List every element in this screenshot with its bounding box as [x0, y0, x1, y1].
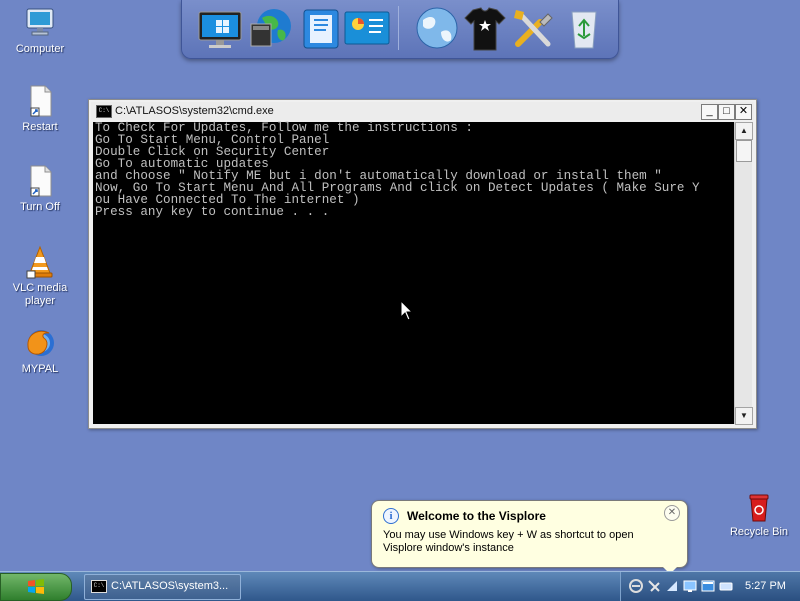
desktop-icon-label: MYPAL [21, 363, 59, 375]
scroll-down-button[interactable]: ▼ [735, 407, 753, 425]
desktop-icon-restart[interactable]: Restart [0, 84, 80, 134]
desktop-icon-mypal[interactable]: MYPAL [0, 326, 80, 376]
cmd-window-title: C:\ATLASOS\system32\cmd.exe [115, 105, 274, 117]
clock[interactable]: 5:27 PM [745, 580, 786, 592]
desktop-icon-label: Turn Off [20, 201, 60, 213]
recycle-bin-icon [742, 489, 776, 523]
application-dock [181, 0, 619, 59]
balloon-close-button[interactable]: ✕ [664, 505, 680, 521]
start-button[interactable] [0, 573, 72, 601]
taskbar-button-cmd[interactable]: C:\ C:\ATLASOS\system3... [84, 574, 241, 600]
desktop-icon-label: Recycle Bin [729, 526, 789, 538]
desktop-icon-label: Computer [15, 43, 65, 55]
system-tray: 5:27 PM [620, 572, 800, 601]
console-output[interactable]: To Check For Updates, Follow me the inst… [93, 122, 734, 424]
turn-off-shortcut-icon [23, 164, 57, 198]
dock-tools-icon[interactable] [510, 6, 558, 52]
window-tray-icon[interactable] [701, 579, 715, 593]
desktop-icon-vlc[interactable]: VLC media player [0, 245, 80, 308]
desktop-icon-turn-off[interactable]: Turn Off [0, 164, 80, 214]
info-icon: i [383, 508, 399, 524]
cmd-window-icon: C:\ [96, 105, 112, 118]
desktop-icon-label: VLC media player [12, 282, 68, 307]
balloon-message: You may use Windows key + W as shortcut … [383, 529, 634, 554]
dock-world-globe-icon[interactable] [413, 6, 461, 52]
computer-icon [23, 6, 57, 40]
desktop-icon-recycle-bin[interactable]: Recycle Bin [719, 489, 799, 539]
notification-balloon[interactable]: i Welcome to the Visplore ✕ You may use … [371, 500, 688, 574]
cmd-task-icon: C:\ [91, 580, 107, 593]
windows-logo-icon [27, 578, 45, 596]
desktop-icon-label: Restart [22, 121, 58, 133]
antivirus-icon[interactable] [647, 579, 661, 593]
cmd-window[interactable]: C:\ C:\ATLASOS\system32\cmd.exe _ □ ✕ To… [88, 99, 757, 429]
desktop-icon-computer[interactable]: Computer [0, 6, 80, 56]
restart-shortcut-icon [23, 84, 57, 118]
dock-control-panel-icon[interactable] [343, 6, 391, 52]
vlc-cone-icon [23, 245, 57, 279]
vertical-scrollbar[interactable]: ▲ ▼ [734, 122, 753, 425]
network-icon[interactable] [629, 579, 643, 593]
update-icon[interactable] [665, 579, 679, 593]
dock-documents-icon[interactable] [298, 6, 346, 52]
taskbar: C:\ C:\ATLASOS\system3... 5:27 PM [0, 571, 800, 601]
dock-separator [398, 6, 399, 50]
firefox-browser-icon [23, 326, 57, 360]
scroll-thumb[interactable] [736, 140, 752, 162]
taskbar-button-label: C:\ATLASOS\system3... [111, 580, 229, 592]
dock-monitor-icon[interactable] [196, 6, 244, 52]
close-button[interactable]: ✕ [735, 104, 752, 120]
keyboard-icon[interactable] [719, 579, 733, 593]
minimize-button[interactable]: _ [701, 104, 718, 120]
cmd-titlebar[interactable]: C:\ C:\ATLASOS\system32\cmd.exe _ □ ✕ [91, 102, 754, 120]
monitor-tray-icon[interactable] [683, 579, 697, 593]
console-line: Press any key to continue . . . [95, 205, 330, 219]
mouse-cursor-icon [400, 299, 414, 322]
dock-globe-icon[interactable] [248, 6, 296, 52]
maximize-button[interactable]: □ [718, 104, 735, 120]
balloon-title: Welcome to the Visplore [407, 509, 546, 523]
dock-recycle-bin-icon[interactable] [560, 6, 608, 52]
dock-tshirt-icon[interactable] [461, 6, 509, 52]
scroll-up-button[interactable]: ▲ [735, 122, 753, 140]
